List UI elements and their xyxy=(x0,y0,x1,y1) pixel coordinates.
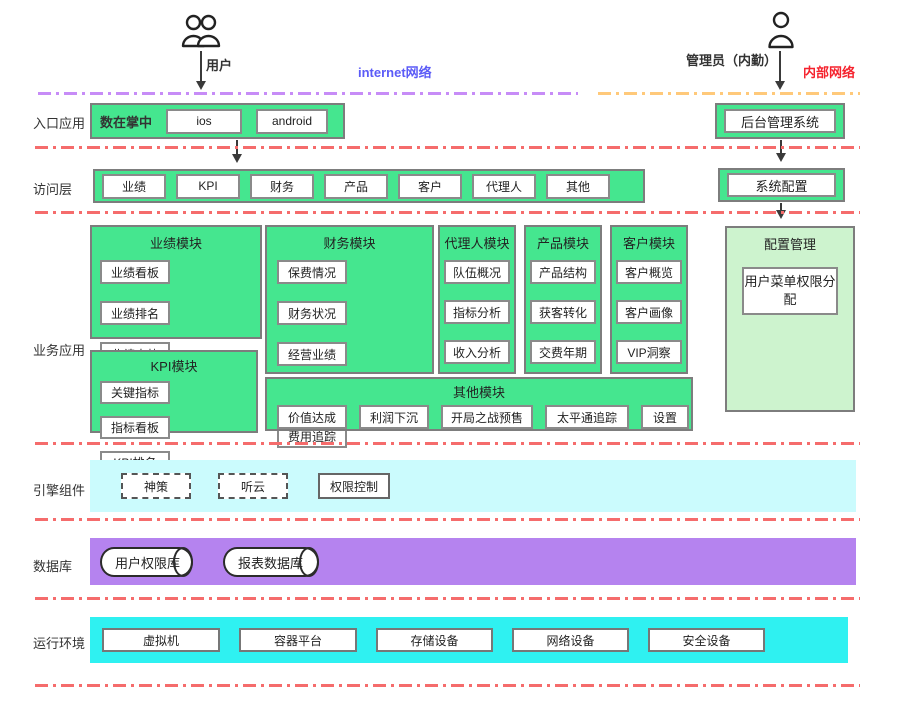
layer-label-access: 访问层 xyxy=(33,179,72,198)
layer-label-database: 数据库 xyxy=(33,556,72,575)
access-tab: KPI xyxy=(176,174,240,199)
module-other: 其他模块 价值达成 利润下沉 开局之战预售 太平通追踪 设置 xyxy=(265,377,693,431)
module-item: 设置 xyxy=(641,405,689,429)
access-tab: 代理人 xyxy=(472,174,536,199)
module-item: 保费情况 xyxy=(277,260,347,284)
module-item: 业绩排名 xyxy=(100,301,170,325)
divider-line-6 xyxy=(35,684,860,687)
module-agent-title: 代理人模块 xyxy=(440,227,514,252)
config-panel-title: 配置管理 xyxy=(727,228,853,253)
runtime-band: 虚拟机 容器平台 存储设备 网络设备 安全设备 xyxy=(90,617,848,663)
module-item: 队伍概况 xyxy=(444,260,510,284)
database-band: 用户权限库 报表数据库 xyxy=(90,538,856,585)
backend-system-label: 后台管理系统 xyxy=(724,109,836,133)
module-other-title: 其他模块 xyxy=(267,379,691,401)
config-management-panel: 配置管理 用户菜单权限分配 xyxy=(725,226,855,412)
module-item: 指标看板 xyxy=(100,416,170,439)
admin-person-icon xyxy=(765,11,797,51)
module-item: 获客转化 xyxy=(530,300,596,324)
module-kpi-title: KPI模块 xyxy=(92,352,256,375)
database-cylinder-report: 报表数据库 xyxy=(223,547,319,577)
architecture-diagram: 用户 internet网络 管理员（内勤） 内部网络 入口应用 数在掌中 ios… xyxy=(0,0,897,720)
module-customer-title: 客户模块 xyxy=(612,227,686,252)
entry-app-ios: ios xyxy=(166,109,242,134)
module-item: 客户画像 xyxy=(616,300,682,324)
divider-line-4 xyxy=(35,518,860,521)
backend-to-config-arrow xyxy=(780,140,782,159)
runtime-item: 安全设备 xyxy=(648,628,765,652)
config-panel-item: 用户菜单权限分配 xyxy=(742,267,838,315)
database-cylinder-user-permission: 用户权限库 xyxy=(100,547,193,577)
runtime-item: 虚拟机 xyxy=(102,628,220,652)
internal-network-label: 内部网络 xyxy=(803,62,855,81)
access-tab: 客户 xyxy=(398,174,462,199)
module-item: 交费年期 xyxy=(530,340,596,364)
module-item: VIP洞察 xyxy=(616,340,682,364)
engine-item-shence: 神策 xyxy=(121,473,191,499)
users-icon xyxy=(179,13,223,51)
internet-boundary-line xyxy=(38,92,578,95)
internal-boundary-line xyxy=(598,92,860,95)
module-item: 价值达成 xyxy=(277,405,347,429)
module-performance: 业绩模块 业绩看板 业绩排名 业绩走势 历史业绩 xyxy=(90,225,262,339)
module-product-title: 产品模块 xyxy=(526,227,600,252)
runtime-item: 容器平台 xyxy=(239,628,357,652)
system-config-label: 系统配置 xyxy=(727,173,836,197)
module-item: 利润下沉 xyxy=(359,405,429,429)
system-config-box: 系统配置 xyxy=(718,168,845,202)
module-item: 客户概览 xyxy=(616,260,682,284)
internet-network-label: internet网络 xyxy=(358,62,432,81)
module-performance-title: 业绩模块 xyxy=(92,227,260,252)
module-item: 经营业绩 xyxy=(277,342,347,366)
entry-app-android: android xyxy=(256,109,328,134)
module-item: 业绩看板 xyxy=(100,260,170,284)
admin-label: 管理员（内勤） xyxy=(686,50,777,69)
module-item: 财务状况 xyxy=(277,301,347,325)
entry-app-bar: 数在掌中 ios android xyxy=(90,103,345,139)
runtime-item: 网络设备 xyxy=(512,628,629,652)
module-item: 开局之战预售 xyxy=(441,405,533,429)
module-finance: 财务模块 保费情况 财务状况 经营业绩 偿付能力 费用追踪 xyxy=(265,225,434,374)
layer-label-engine: 引擎组件 xyxy=(33,480,85,499)
layer-label-runtime: 运行环境 xyxy=(33,633,85,652)
layer-label-business: 业务应用 xyxy=(33,340,85,359)
user-label: 用户 xyxy=(206,55,232,74)
module-customer: 客户模块 客户概览 客户画像 VIP洞察 xyxy=(610,225,688,374)
divider-line-5 xyxy=(35,597,860,600)
module-item: 产品结构 xyxy=(530,260,596,284)
runtime-item: 存储设备 xyxy=(376,628,493,652)
entry-brand-label: 数在掌中 xyxy=(100,112,152,131)
module-product: 产品模块 产品结构 获客转化 交费年期 xyxy=(524,225,602,374)
engine-item-permission: 权限控制 xyxy=(318,473,390,499)
module-item: 关键指标 xyxy=(100,381,170,404)
module-agent: 代理人模块 队伍概况 指标分析 收入分析 xyxy=(438,225,516,374)
access-tab: 其他 xyxy=(546,174,610,199)
divider-line-3 xyxy=(35,442,860,445)
user-to-entry-arrow xyxy=(200,51,202,87)
backend-system-box: 后台管理系统 xyxy=(715,103,845,139)
access-tab: 产品 xyxy=(324,174,388,199)
engine-band: 神策 听云 权限控制 xyxy=(90,460,856,512)
module-kpi: KPI模块 关键指标 指标看板 KPI排名 xyxy=(90,350,258,433)
config-to-panel-arrow xyxy=(780,203,782,216)
module-finance-title: 财务模块 xyxy=(267,227,432,252)
engine-item-tingyun: 听云 xyxy=(218,473,288,499)
module-item: 指标分析 xyxy=(444,300,510,324)
admin-to-backend-arrow xyxy=(779,51,781,87)
layer-label-entry: 入口应用 xyxy=(33,113,85,132)
access-tab: 财务 xyxy=(250,174,314,199)
divider-line-1 xyxy=(35,146,860,149)
access-tab: 业绩 xyxy=(102,174,166,199)
module-item: 太平通追踪 xyxy=(545,405,629,429)
module-item: 收入分析 xyxy=(444,340,510,364)
divider-line-2 xyxy=(35,211,860,214)
entry-to-access-arrow xyxy=(236,140,238,160)
access-tab-bar: 业绩 KPI 财务 产品 客户 代理人 其他 xyxy=(93,169,645,203)
